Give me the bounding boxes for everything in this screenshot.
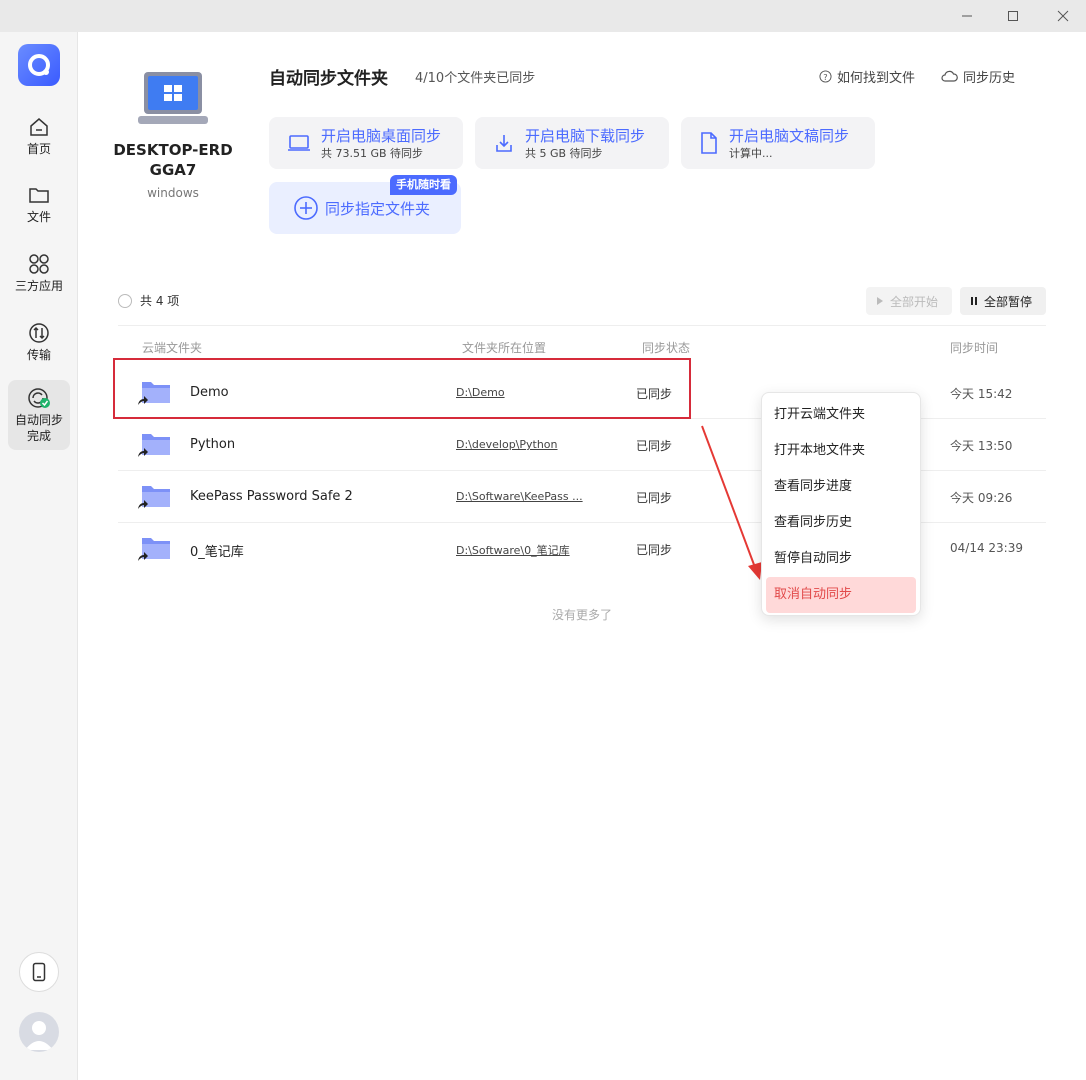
start-all-button[interactable]: 全部开始 <box>866 287 952 315</box>
app-logo <box>18 44 60 86</box>
avatar-icon <box>25 1021 53 1050</box>
sidebar-item-apps[interactable]: 三方应用 <box>8 239 70 307</box>
avatar[interactable] <box>19 1012 59 1052</box>
no-more-text: 没有更多了 <box>552 608 613 622</box>
card-subtitle: 共 5 GB 待同步 <box>525 146 603 160</box>
promo-badge: 手机随时看 <box>390 175 457 195</box>
card-title: 同步指定文件夹 <box>325 199 431 218</box>
menu-cancel-auto-sync[interactable]: 取消自动同步 <box>766 577 916 613</box>
cloud-icon <box>941 70 958 82</box>
minimize-button[interactable] <box>944 0 990 32</box>
device-name: DESKTOP-ERDGGA7 <box>113 141 233 179</box>
maximize-icon <box>1008 11 1018 21</box>
folder-icon <box>29 187 49 203</box>
download-icon <box>496 135 512 152</box>
select-all[interactable]: 共 4 项 <box>118 292 179 309</box>
play-icon <box>877 297 883 305</box>
sidebar-item-label: 三方应用 <box>14 278 63 293</box>
total-count: 共 4 项 <box>140 294 180 308</box>
sidebar-item-home[interactable]: 首页 <box>8 102 70 170</box>
sidebar-item-auto-sync[interactable]: 自动同步 完成 <box>8 380 70 450</box>
folder-name: 0_笔记库 <box>190 545 244 560</box>
svg-text:?: ? <box>823 72 827 82</box>
sync-time: 04/14 23:39 <box>950 541 1023 555</box>
sync-history-label: 同步历史 <box>963 71 1016 86</box>
sidebar-item-files[interactable]: 文件 <box>8 170 70 238</box>
start-all-label: 全部开始 <box>890 294 939 309</box>
sync-status: 已同步 <box>636 491 673 505</box>
folder-name: KeePass Password Safe 2 <box>190 489 353 504</box>
device-card: DESKTOP-ERDGGA7 windows <box>108 70 238 200</box>
minimize-icon <box>962 15 972 17</box>
phone-button[interactable] <box>19 952 59 992</box>
sync-count: 4/10个文件夹已同步 <box>415 71 536 86</box>
card-title: 开启电脑桌面同步 <box>321 126 442 145</box>
menu-open-local-folder[interactable]: 打开本地文件夹 <box>766 433 916 469</box>
transfer-icon <box>29 322 49 343</box>
close-button[interactable] <box>1040 0 1086 32</box>
home-icon <box>30 117 48 136</box>
column-location: 文件夹所在位置 <box>462 341 547 355</box>
folder-path-link[interactable]: D:\Software\0_笔记库 <box>456 542 570 558</box>
sync-status: 已同步 <box>636 543 673 557</box>
apps-icon <box>29 253 49 274</box>
plus-circle-icon <box>294 196 318 220</box>
folder-name: Python <box>190 437 236 452</box>
pause-all-button[interactable]: 全部暂停 <box>960 287 1046 315</box>
sidebar-item-label: 文件 <box>26 209 51 224</box>
sidebar: 首页 文件 三方应用 传输 自动同步 完成 <box>0 32 78 1080</box>
menu-view-sync-progress[interactable]: 查看同步进度 <box>766 469 916 505</box>
desktop-sync-card[interactable]: 开启电脑桌面同步 共 73.51 GB 待同步 <box>269 117 463 169</box>
card-subtitle: 共 73.51 GB 待同步 <box>321 146 424 160</box>
shared-folder-icon <box>138 486 170 509</box>
column-time: 同步时间 <box>950 341 999 355</box>
phone-icon <box>32 962 46 982</box>
sync-icon <box>28 387 50 408</box>
sync-status: 已同步 <box>636 439 673 453</box>
sidebar-item-label: 完成 <box>26 428 51 443</box>
sync-time: 今天 09:26 <box>950 491 1013 505</box>
pause-all-label: 全部暂停 <box>984 294 1033 309</box>
laptop-illustration-icon <box>138 72 208 124</box>
pause-icon <box>971 297 977 305</box>
page-title: 自动同步文件夹 <box>269 69 388 89</box>
sync-history-link[interactable]: 同步历史 <box>941 67 1015 86</box>
close-icon <box>1057 10 1069 22</box>
how-to-find-files-label: 如何找到文件 <box>837 71 916 86</box>
document-icon <box>701 132 717 154</box>
column-status: 同步状态 <box>642 341 691 355</box>
title-bar <box>0 0 1086 32</box>
sync-time: 今天 13:50 <box>950 439 1013 453</box>
laptop-icon <box>288 135 310 151</box>
menu-view-sync-history[interactable]: 查看同步历史 <box>766 505 916 541</box>
how-to-find-files-link[interactable]: ? 如何找到文件 <box>819 67 915 86</box>
folder-path-link[interactable]: D:\develop\Python <box>456 438 558 451</box>
context-menu: 打开云端文件夹 打开本地文件夹 查看同步进度 查看同步历史 暂停自动同步 取消自… <box>761 392 921 616</box>
card-title: 开启电脑文稿同步 <box>729 126 850 145</box>
menu-pause-auto-sync[interactable]: 暂停自动同步 <box>766 541 916 577</box>
sidebar-item-transfer[interactable]: 传输 <box>8 308 70 376</box>
shared-folder-icon <box>138 434 170 457</box>
column-cloud-folder: 云端文件夹 <box>142 341 203 355</box>
downloads-sync-card[interactable]: 开启电脑下载同步 共 5 GB 待同步 <box>475 117 669 169</box>
row-highlight-annotation <box>113 358 691 419</box>
sync-time: 今天 15:42 <box>950 387 1013 401</box>
select-all-radio[interactable] <box>118 293 132 308</box>
sidebar-item-label: 首页 <box>26 141 51 156</box>
logo-icon <box>28 54 50 76</box>
card-subtitle: 计算中... <box>729 146 773 160</box>
maximize-button[interactable] <box>990 0 1036 32</box>
help-icon: ? <box>819 70 832 83</box>
card-title: 开启电脑下载同步 <box>525 126 646 145</box>
menu-open-cloud-folder[interactable]: 打开云端文件夹 <box>766 397 916 433</box>
shared-folder-icon <box>138 538 170 561</box>
sidebar-item-label: 传输 <box>26 347 51 362</box>
folder-path-link[interactable]: D:\Software\KeePass ... <box>456 490 583 503</box>
sidebar-item-label: 自动同步 <box>14 412 63 427</box>
device-os: windows <box>147 186 199 200</box>
documents-sync-card[interactable]: 开启电脑文稿同步 计算中... <box>681 117 875 169</box>
